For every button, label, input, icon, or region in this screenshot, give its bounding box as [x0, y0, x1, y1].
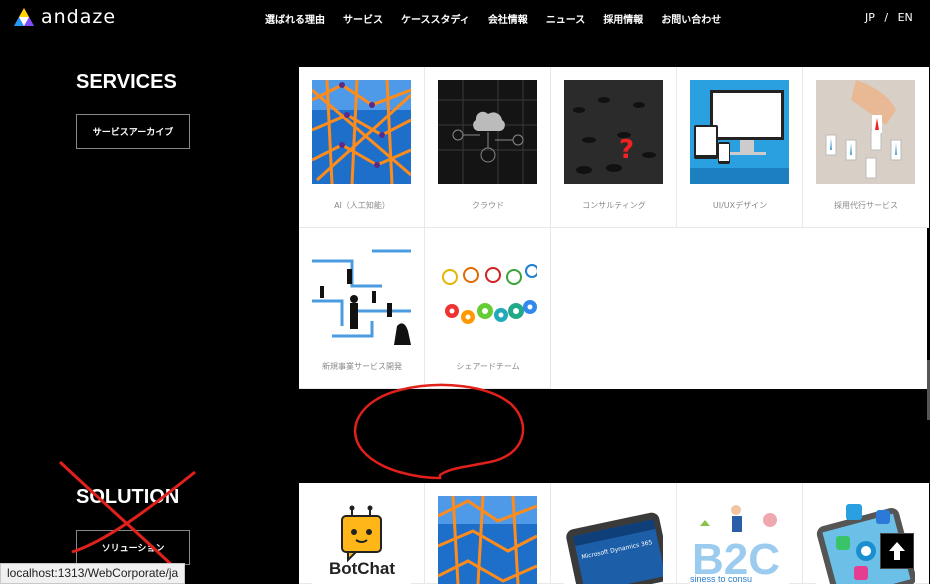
back-to-top-button[interactable] [880, 533, 914, 569]
solution-card-ai[interactable] [425, 483, 551, 584]
solution-card-b2c[interactable]: B2C siness to consu [677, 483, 803, 584]
language-switch: JP / EN [865, 11, 913, 24]
service-card-new-business[interactable]: 新規事業サービス開発 [299, 228, 425, 389]
services-archive-button[interactable]: サービスアーカイブ [76, 114, 190, 149]
service-image-recruit [816, 80, 915, 184]
site-header: andaze 選ばれる理由 サービス ケーススタディ 会社情報 ニュース 採用情… [0, 0, 930, 36]
nav-recruit[interactable]: 採用情報 [603, 11, 643, 26]
service-image-consulting: ? [564, 80, 663, 184]
solution-image-b2c: B2C siness to consu [690, 496, 789, 584]
service-image-new-business [312, 241, 411, 345]
service-image-ai [312, 80, 411, 184]
main-nav: 選ばれる理由 サービス ケーススタディ 会社情報 ニュース 採用情報 お問い合わ… [265, 11, 739, 26]
services-title: SERVICES [76, 71, 177, 93]
service-image-uiux [690, 80, 789, 184]
browser-status-url: localhost:1313/WebCorporate/ja [0, 563, 186, 584]
nav-services[interactable]: サービス [343, 11, 383, 26]
solution-card-botchat[interactable]: BotChat [299, 483, 425, 584]
service-card-shared-team[interactable]: シェアードチーム [425, 228, 551, 389]
service-card-recruit[interactable]: 採用代行サービス [803, 67, 929, 228]
service-image-shared-team [438, 241, 537, 345]
solution-grid: BotChat Microsoft Dynamics 365 B2C sines… [299, 483, 929, 584]
service-card-cloud[interactable]: クラウド [425, 67, 551, 228]
logo[interactable]: andaze [12, 6, 116, 28]
logo-text: andaze [41, 6, 117, 28]
service-label: UI/UXデザイン [712, 201, 768, 210]
logo-icon [14, 8, 34, 26]
service-label: 新規事業サービス開発 [322, 362, 402, 371]
solution-image-ai [438, 496, 537, 584]
lang-en-link[interactable]: EN [898, 11, 913, 24]
service-label: 採用代行サービス [834, 201, 898, 210]
service-label: シェアードチーム [456, 362, 520, 371]
nav-company[interactable]: 会社情報 [488, 11, 528, 26]
nav-reasons[interactable]: 選ばれる理由 [265, 11, 325, 26]
service-card-consulting[interactable]: ? コンサルティング [551, 67, 677, 228]
nav-contact[interactable]: お問い合わせ [661, 11, 721, 26]
nav-news[interactable]: ニュース [546, 11, 586, 26]
service-label: コンサルティング [582, 201, 646, 210]
arrow-up-icon [889, 542, 905, 560]
botchat-logo-text: BotChat [328, 559, 396, 578]
svg-text:?: ? [619, 135, 634, 165]
nav-case-study[interactable]: ケーススタディ [401, 11, 470, 26]
service-label: クラウド [472, 201, 504, 210]
service-card-uiux[interactable]: UI/UXデザイン [677, 67, 803, 228]
service-card-ai[interactable]: AI（人工知能） [299, 67, 425, 228]
solution-archive-button[interactable]: ソリューション [76, 530, 190, 565]
solution-title: SOLUTION [76, 486, 180, 508]
service-label: AI（人工知能） [334, 201, 390, 210]
services-grid: AI（人工知能） クラウド ? コンサルティング UI/UXデザイン 採用代行サ… [299, 67, 929, 389]
lang-separator: / [884, 11, 889, 24]
b2c-subtext: siness to consu [690, 574, 752, 584]
lang-jp-link[interactable]: JP [865, 11, 875, 24]
solution-card-dynamics[interactable]: Microsoft Dynamics 365 [551, 483, 677, 584]
service-image-cloud [438, 80, 537, 184]
solution-image-dynamics: Microsoft Dynamics 365 [564, 496, 663, 584]
